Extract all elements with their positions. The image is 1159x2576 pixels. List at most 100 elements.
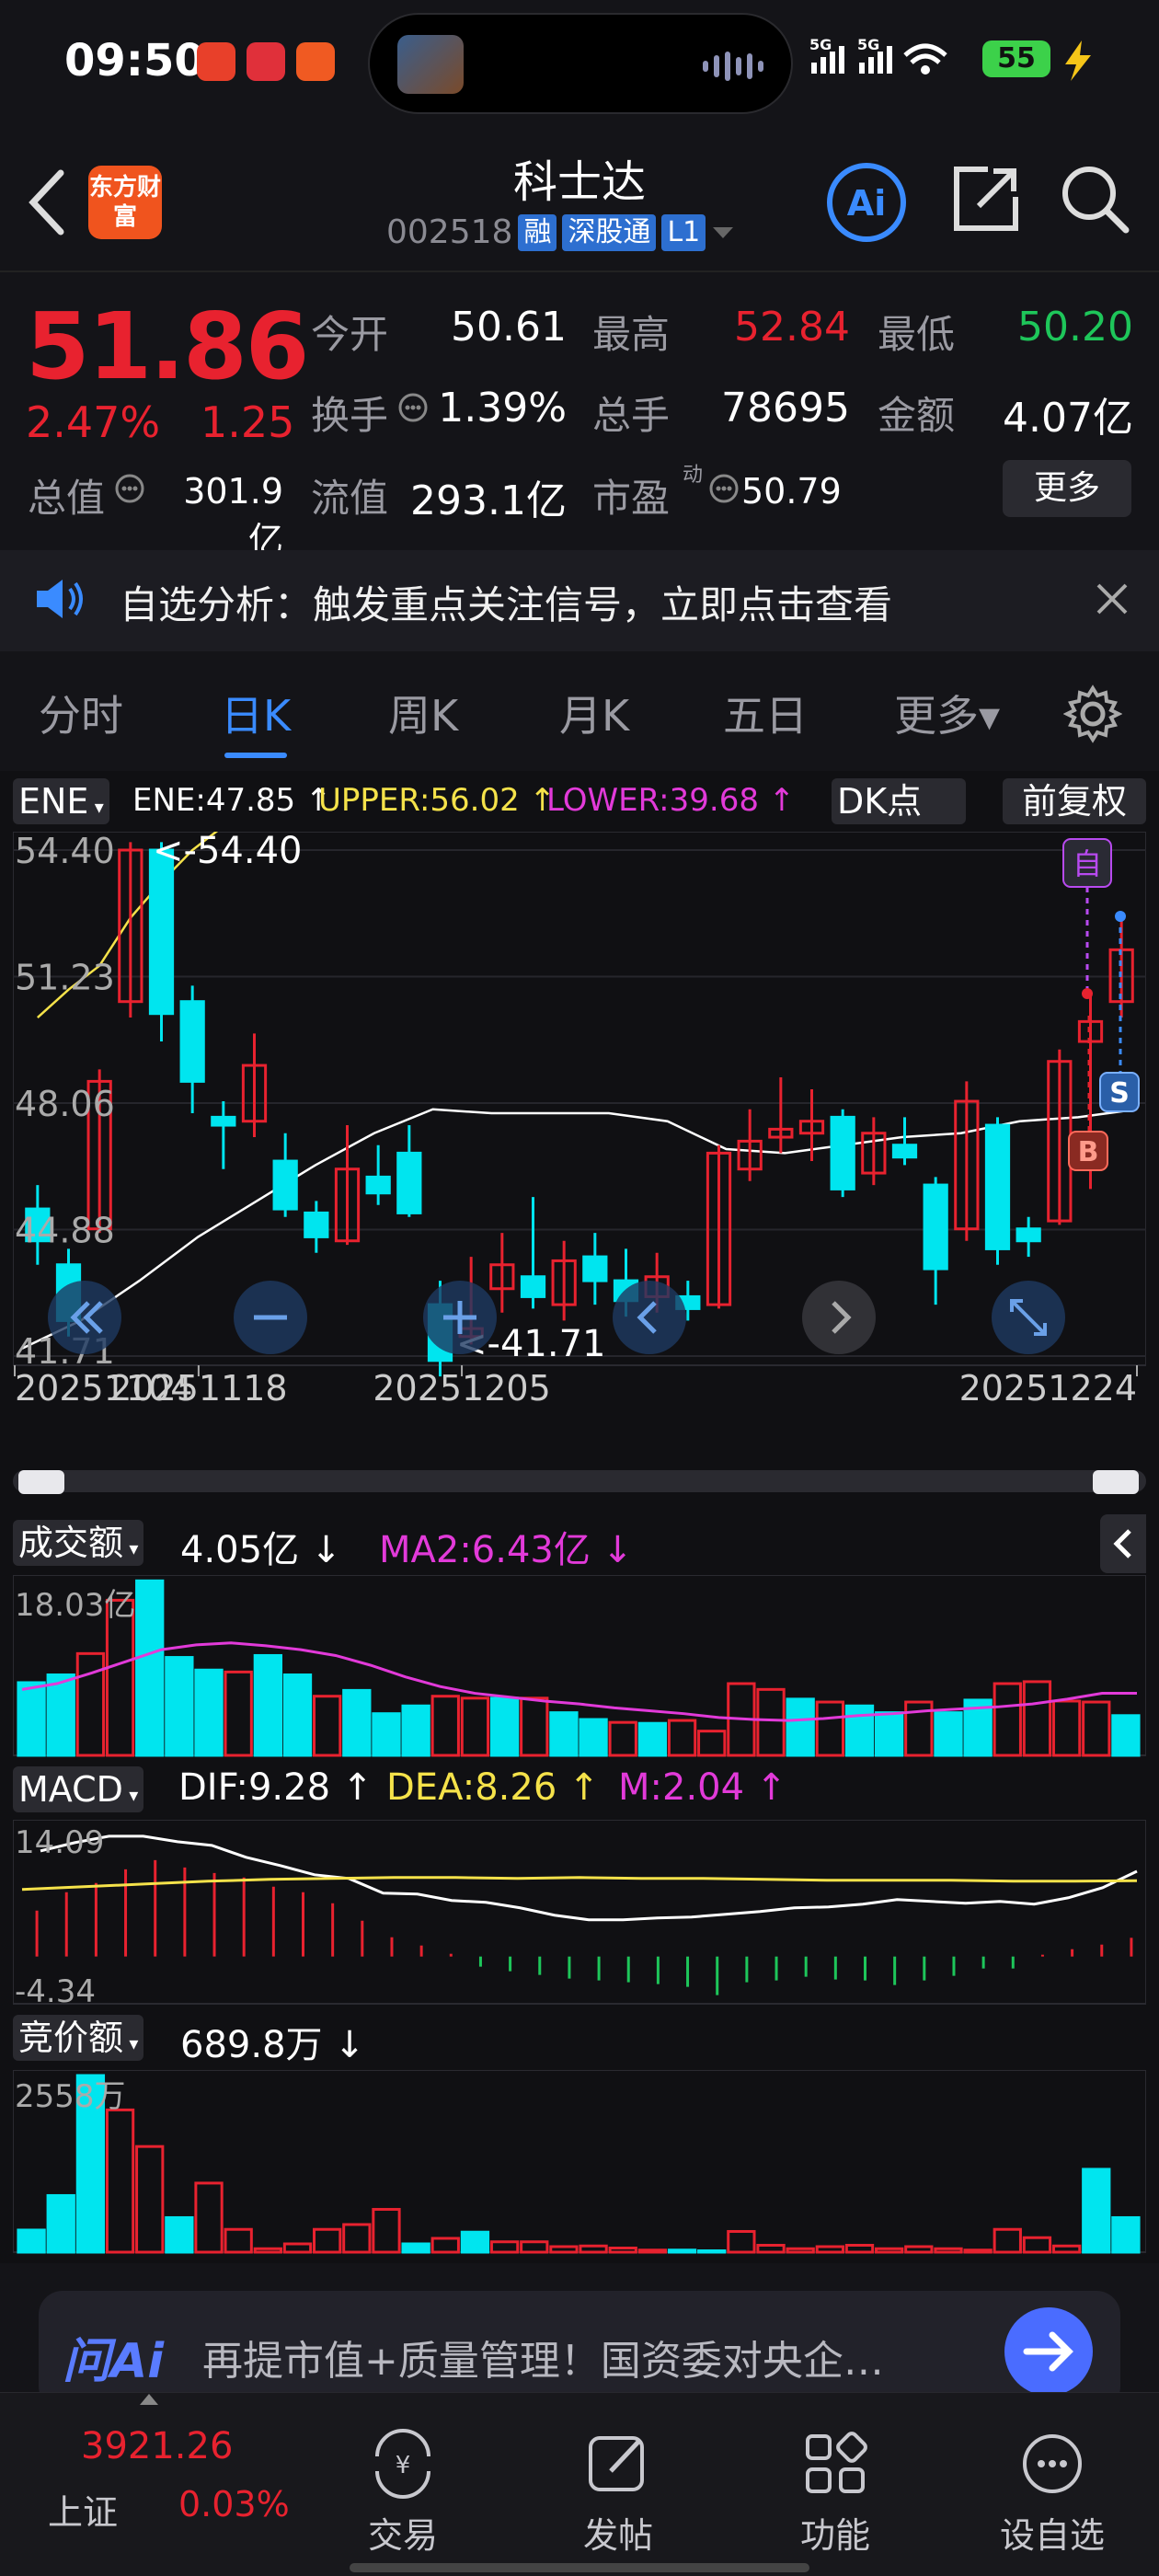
kline-frame xyxy=(13,832,1146,1366)
value-bar xyxy=(844,1704,875,1757)
range-slider-left-handle[interactable] xyxy=(18,1470,64,1494)
volume-indicator-select[interactable]: 成交额 ▾ xyxy=(13,1520,144,1566)
tab-weekly-k[interactable]: 周K xyxy=(388,683,458,743)
range-slider-track[interactable] xyxy=(13,1470,1146,1492)
value-bar xyxy=(224,1670,253,1757)
date-tick-label: 20251224 xyxy=(959,1368,1137,1402)
value-bar xyxy=(993,1682,1022,1757)
self-select-marker-label: 自 xyxy=(1073,846,1102,881)
macd-indicator-select[interactable]: MACD ▾ xyxy=(13,1766,144,1812)
adjust-price-button[interactable]: 前复权 xyxy=(1003,778,1146,824)
auction-indicator-select[interactable]: 竞价额 ▾ xyxy=(13,2015,144,2061)
candle-body xyxy=(984,1123,1011,1250)
open-label: 今开 xyxy=(311,312,389,357)
candle-body xyxy=(830,1115,855,1190)
value-bar xyxy=(135,2145,165,2254)
tab-five-day[interactable]: 五日 xyxy=(723,683,808,743)
auction-chart[interactable]: 2558万 xyxy=(13,2070,1146,2254)
stock-code-row[interactable]: 002518 融 深股通 L1 xyxy=(386,213,735,251)
price-tick-label: 51.23 xyxy=(15,958,115,998)
value-bar xyxy=(667,2248,697,2254)
value-bar xyxy=(934,2247,963,2254)
index-name[interactable]: 上证 xyxy=(48,2484,118,2535)
value-bar xyxy=(46,2193,75,2254)
value-bar xyxy=(282,1673,313,1757)
value-bar xyxy=(313,1695,342,1757)
nav-post[interactable]: 发帖 xyxy=(545,2429,692,2558)
nav-set-watchlist[interactable]: 设自选 xyxy=(979,2429,1126,2558)
value-bar xyxy=(934,1711,963,1757)
macd-chart[interactable]: 14.09 -4.34 xyxy=(13,1820,1146,2007)
ask-ai-text: 再提市值+质量管理！国资委对央企… xyxy=(202,2338,884,2385)
gear-icon[interactable] xyxy=(1063,684,1122,743)
ai-assistant-icon[interactable]: Ai xyxy=(826,162,907,243)
send-arrow-icon[interactable] xyxy=(1003,2306,1095,2398)
volume-indicator-label: 成交额 xyxy=(18,1523,124,1563)
close-icon[interactable] xyxy=(1095,581,1130,616)
nav-trade[interactable]: ¥ 交易 xyxy=(329,2429,476,2558)
nav-post-label: 发帖 xyxy=(582,2515,653,2556)
scroll-right-icon[interactable] xyxy=(800,1279,878,1356)
caret-up-icon xyxy=(140,2394,158,2405)
price-tick-label: 54.40 xyxy=(15,832,115,871)
price-tick-label: 48.06 xyxy=(15,1084,115,1124)
volume-value: 78695 xyxy=(721,385,850,431)
svg-text:5G: 5G xyxy=(857,36,879,53)
upper-value: UPPER:56.02 ↑ xyxy=(318,782,557,819)
range-slider-right-handle[interactable] xyxy=(1093,1470,1139,1494)
value-bar xyxy=(608,2246,637,2254)
more-quote-button[interactable]: 更多 xyxy=(1003,460,1131,517)
scroll-left-icon[interactable] xyxy=(611,1279,688,1356)
value-bar xyxy=(17,1681,46,1757)
tab-intraday[interactable]: 分时 xyxy=(39,683,123,743)
rewind-button-icon[interactable] xyxy=(46,1279,123,1356)
candle-body xyxy=(148,848,175,1016)
search-icon[interactable] xyxy=(1058,162,1131,236)
info-icon[interactable] xyxy=(397,392,429,423)
lower-value: LOWER:39.68 ↑ xyxy=(546,782,796,819)
index-value[interactable]: 3921.26 xyxy=(81,2425,233,2467)
value-bar xyxy=(697,1730,727,1757)
tab-more[interactable]: 更多▾ xyxy=(894,683,1000,743)
open-value: 50.61 xyxy=(451,304,567,351)
candle-body xyxy=(520,1275,546,1298)
fullscreen-icon[interactable] xyxy=(990,1279,1067,1356)
auction-axis-max: 2558万 xyxy=(15,2078,126,2115)
dropdown-caret-icon: ▾ xyxy=(123,1537,139,1559)
value-bar xyxy=(342,1688,372,1757)
macd-m: M:2.04 ↑ xyxy=(618,1766,787,1809)
tab-daily-k[interactable]: 日K xyxy=(221,683,291,743)
volume-bars xyxy=(17,1579,1141,1757)
collapse-panel-button[interactable] xyxy=(1100,1514,1146,1573)
nav-functions[interactable]: 功能 xyxy=(762,2429,909,2558)
float-value: 293.1亿 xyxy=(410,477,567,524)
value-bar xyxy=(549,1711,579,1757)
value-bar xyxy=(342,2223,372,2254)
kline-indicator-select[interactable]: ENE ▾ xyxy=(13,778,109,824)
tab-monthly-k[interactable]: 月K xyxy=(559,683,629,743)
volume-label: 总手 xyxy=(592,393,671,438)
mktcap-value: 301.9亿 xyxy=(183,471,283,560)
value-bar xyxy=(165,2215,194,2254)
value-bar xyxy=(194,2181,224,2254)
info-icon[interactable] xyxy=(114,473,145,504)
dynamic-island[interactable] xyxy=(368,13,793,114)
functions-grid-icon xyxy=(806,2432,867,2493)
volume-chart[interactable]: 18.03亿 xyxy=(13,1575,1146,1759)
value-bar xyxy=(46,1673,75,1757)
index-pct[interactable]: 0.03% xyxy=(178,2484,290,2524)
share-icon[interactable] xyxy=(951,164,1021,234)
dk-point-button[interactable]: DK点 xyxy=(832,778,966,824)
zoom-in-icon[interactable] xyxy=(421,1279,499,1356)
zoom-out-icon[interactable] xyxy=(232,1279,309,1356)
date-axis-labels: 2025110420251118 20251205 20251224 xyxy=(14,1365,1138,1402)
value-bar xyxy=(430,2237,460,2254)
value-bar xyxy=(520,2240,549,2254)
value-bar xyxy=(520,1696,549,1757)
value-bar xyxy=(253,2247,282,2254)
value-bar xyxy=(75,1651,106,1757)
value-bar xyxy=(637,1721,668,1757)
info-icon[interactable] xyxy=(708,473,740,504)
kline-chart[interactable]: 54.4051.2348.0644.8841.71 20251104202511… xyxy=(13,832,1146,1402)
stock-code: 002518 xyxy=(386,213,513,251)
